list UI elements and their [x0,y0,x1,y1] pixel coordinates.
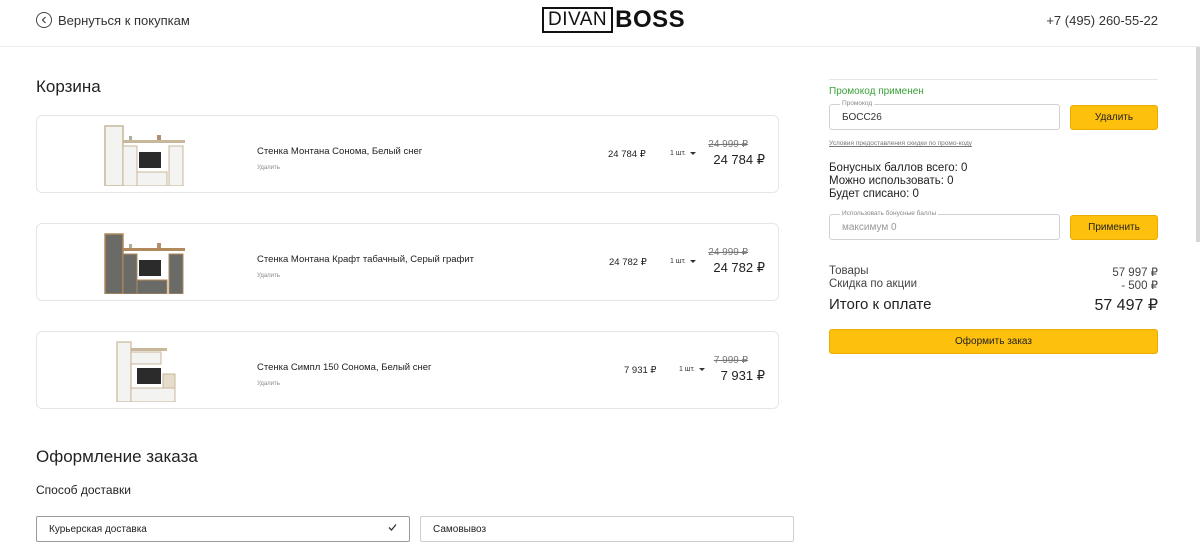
chevron-down-icon [689,260,696,263]
discount-label: Скидка по акции [829,278,918,290]
arrow-left-icon [36,12,52,28]
quantity-select[interactable]: 1 шт. [670,258,696,265]
cart-item: Стенка Монтана Крафт табачный, Серый гра… [36,223,779,301]
new-price: 7 931 ₽ [720,368,765,383]
remove-item-link[interactable]: Удалить [257,165,280,171]
product-name[interactable]: Стенка Монтана Сонома, Белый снег [257,146,422,157]
remove-item-link[interactable]: Удалить [257,381,280,387]
product-image[interactable] [97,338,193,402]
bonus-writeoff: Будет списано: 0 [829,188,919,200]
site-header: Вернуться к покупкам DIVAN BOSS +7 (495)… [0,0,1200,47]
back-to-shopping-link[interactable]: Вернуться к покупкам [36,12,190,28]
total-label: Итого к оплате [829,296,932,313]
bonus-points-placeholder: максимум 0 [842,222,897,233]
logo-text: BOSS [615,6,686,33]
delivery-option-label: Курьерская доставка [49,524,147,535]
bonus-available: Можно использовать: 0 [829,175,954,187]
promo-terms-link[interactable]: Условия предоставления скидки по промо-к… [829,140,972,147]
back-link-label: Вернуться к покупкам [58,12,190,28]
product-name[interactable]: Стенка Симпл 150 Сонома, Белый снег [257,362,431,373]
scrollbar[interactable] [1196,47,1200,242]
cart-item: Стенка Симпл 150 Сонома, Белый снег Удал… [36,331,779,409]
product-image[interactable] [97,230,193,294]
delivery-option-label: Самовывоз [433,524,487,535]
delivery-method-title: Способ доставки [36,483,131,497]
order-title: Оформление заказа [36,447,198,466]
old-price: 7 999 ₽ [713,355,748,366]
promo-applied-status: Промокод применен [829,86,924,97]
bonus-points-input[interactable]: Использовать бонусные баллы максимум 0 [829,210,1060,240]
check-icon [388,524,397,531]
promo-code-input[interactable]: Промокод БОСС26 [829,100,1060,130]
product-image[interactable] [97,122,193,186]
bonus-total: Бонусных баллов всего: 0 [829,162,968,174]
new-price: 24 784 ₽ [713,152,765,167]
quantity-select[interactable]: 1 шт. [670,150,696,157]
quantity-select[interactable]: 1 шт. [679,366,705,373]
quantity-value: 1 шт. [670,258,686,265]
cart-title: Корзина [36,77,101,96]
phone-number[interactable]: +7 (495) 260-55-22 [1046,13,1158,28]
unit-price: 24 782 ₽ [609,257,647,268]
delivery-option-courier[interactable]: Курьерская доставка [36,516,410,542]
unit-price: 7 931 ₽ [624,365,657,376]
total-value: 57 497 ₽ [1094,297,1158,314]
logo[interactable]: DIVAN BOSS [542,6,686,33]
chevron-down-icon [689,152,696,155]
remove-item-link[interactable]: Удалить [257,273,280,279]
discount-value: - 500 ₽ [1121,280,1158,292]
old-price: 24 999 ₽ [708,247,748,258]
checkout-button[interactable]: Оформить заказ [829,329,1158,354]
cart-item: Стенка Монтана Сонома, Белый снег Удалит… [36,115,779,193]
product-name[interactable]: Стенка Монтана Крафт табачный, Серый гра… [257,254,474,265]
promo-code-value: БОСС26 [842,112,882,123]
old-price: 24 999 ₽ [708,139,748,150]
divider [829,79,1158,80]
remove-promo-button[interactable]: Удалить [1070,105,1158,130]
bonus-points-label: Использовать бонусные баллы [840,210,939,217]
promo-code-label: Промокод [840,100,875,107]
goods-label: Товары [829,265,869,277]
apply-bonus-button[interactable]: Применить [1070,215,1158,240]
goods-value: 57 997 ₽ [1112,267,1158,279]
quantity-value: 1 шт. [679,366,695,373]
unit-price: 24 784 ₽ [608,149,646,160]
delivery-option-pickup[interactable]: Самовывоз [420,516,794,542]
quantity-value: 1 шт. [670,150,686,157]
chevron-down-icon [698,368,705,371]
logo-box-text: DIVAN [542,7,614,33]
new-price: 24 782 ₽ [713,260,765,275]
